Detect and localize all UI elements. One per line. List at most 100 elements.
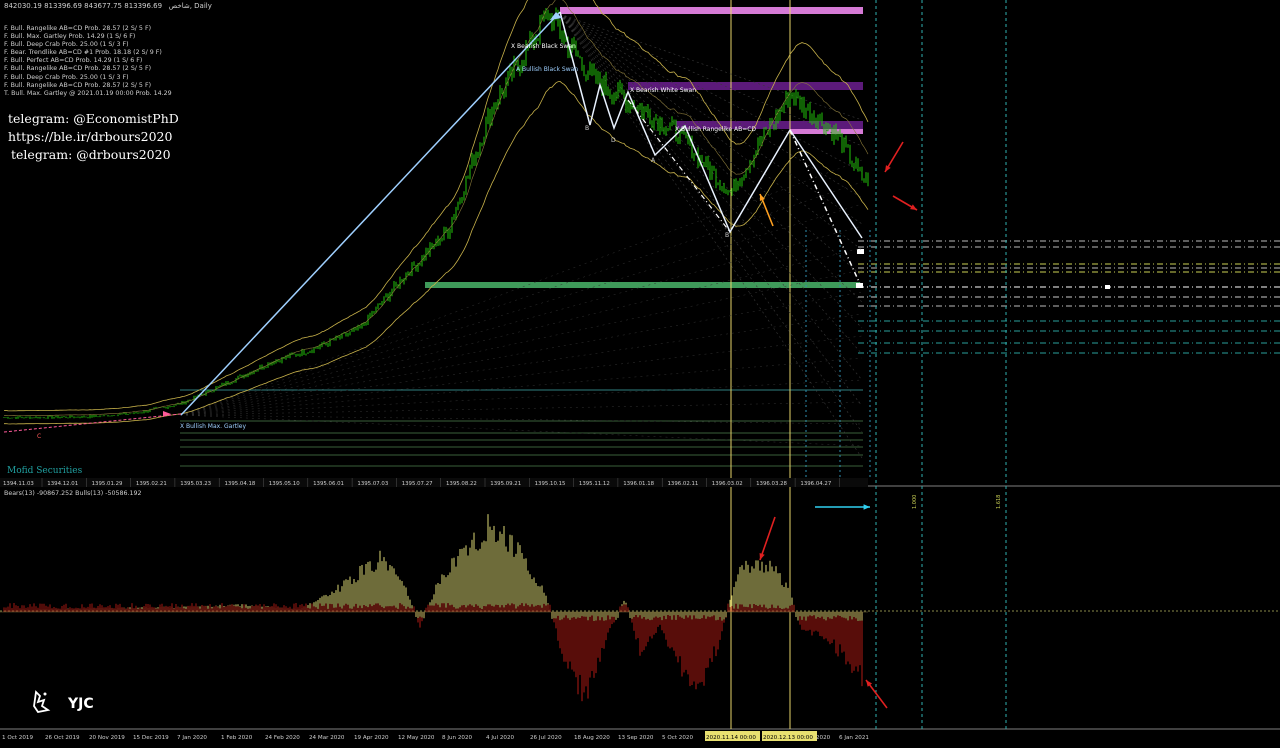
shamsi-tick-label: 1396.01.18: [623, 481, 654, 487]
fan-line: [179, 401, 863, 416]
price-marker: [1105, 285, 1110, 289]
time-axis-label: 20 Nov 2019: [89, 735, 125, 741]
shamsi-tick-label: 1395.11.12: [579, 481, 610, 487]
time-axis-label: 2020.11.14 00:00: [706, 735, 756, 741]
fan-line: [179, 414, 863, 447]
time-axis-label: 1 Feb 2020: [221, 735, 253, 741]
broker-watermark: Mofid Securities: [7, 466, 83, 476]
time-axis-label: 12 May 2020: [398, 735, 435, 741]
pattern-label: A Bullish Black Swan: [516, 66, 578, 73]
pattern-label: X Bearish Black Swan: [511, 43, 576, 50]
shamsi-tick-label: 1396.03.28: [756, 481, 787, 487]
fan-line: [559, 13, 863, 381]
time-axis-label: 26 Jul 2020: [530, 735, 562, 741]
pattern-legend: F. Bull. Rangelike AB=CD Prob. 28.57 (2 …: [4, 25, 172, 98]
shamsi-tick-label: 1395.03.23: [180, 481, 211, 487]
shamsi-tick-label: 1395.02.21: [136, 481, 167, 487]
time-axis-label: 4 Jul 2020: [486, 735, 515, 741]
logo-text: YJC: [68, 696, 94, 712]
chart-header: 842030.19 813396.69 843677.75 813396.69 …: [4, 2, 212, 10]
time-axis-label: 18 Aug 2020: [574, 735, 610, 741]
shamsi-tick-label: 1396.03.02: [712, 481, 743, 487]
shamsi-tick-label: 1395.05.10: [269, 481, 300, 487]
pattern-label: X Bearish White Swan: [630, 87, 696, 94]
telegram-overlay: telegram: @EconomistPhD https://ble.ir/d…: [8, 110, 179, 164]
fan-line: [179, 203, 863, 416]
chart-window: 1.000 1.618 X Bearish Black Swan A Bullish …: [0, 0, 1280, 744]
shamsi-tick-label: 1395.07.03: [357, 481, 388, 487]
time-axis-label: 26 Oct 2019: [45, 735, 80, 741]
shamsi-tick-label: 1394.11.03: [3, 481, 34, 487]
time-axis-label: 7 Jan 2020: [177, 735, 207, 741]
shamsi-tick-label: 1395.08.22: [446, 481, 477, 487]
price-chart: 1.000 1.618 X Bearish Black Swan A Bullish …: [0, 0, 1280, 741]
red-arrow-head: [759, 553, 765, 560]
legend-line: F. Bull. Rangelike AB=CD Prob. 28.57 (2 …: [4, 65, 152, 73]
fib-label: 1.618: [996, 495, 1002, 509]
legend-line: F. Bull. Rangelike AB=CD Prob. 28.57 (2 …: [4, 25, 152, 32]
fan-line: [559, 13, 863, 121]
fan-line: [559, 13, 863, 433]
legend-line: F. Bear. Trendlike AB=CD #1 Prob. 18.18 …: [4, 49, 162, 57]
pattern-label: X Bullish Max. Gartley: [180, 423, 246, 430]
time-axis-label: 24 Feb 2020: [265, 735, 300, 741]
header-symbol: شاخص: [168, 2, 190, 10]
shamsi-tick-label: 1395.01.29: [92, 481, 123, 487]
legend-line: F. Bull. Deep Crab Prob. 25.00 (1 S/ 3 F…: [4, 73, 129, 81]
shamsi-tick-label: 1395.10.15: [535, 481, 566, 487]
green-zone: [425, 282, 860, 288]
time-axis-label: 13 Sep 2020: [618, 735, 654, 741]
shamsi-tick-label: 1394.12.01: [47, 481, 78, 487]
pattern-point: C: [37, 433, 41, 440]
legend-line: F. Bull. Rangelike AB=CD Prob. 28.57 (2 …: [4, 81, 152, 89]
telegram-line: telegram: @EconomistPhD: [8, 111, 179, 126]
cyan-arrow-head: [863, 504, 870, 510]
fan-line: [179, 357, 863, 416]
fan-line: [179, 181, 863, 416]
legend-line: F. Bull. Deep Crab Prob. 25.00 (1 S/ 3 F…: [4, 41, 129, 49]
time-axis-label: 5 Oct 2020: [662, 735, 693, 741]
shamsi-tick-label: 1395.06.01: [313, 481, 344, 487]
time-axis-label: 24 Mar 2020: [309, 735, 345, 741]
fan-line: [559, 13, 863, 355]
time-axis-label: 1 Oct 2019: [2, 735, 33, 741]
fan-line: [179, 291, 863, 416]
pattern-label: X Bullish Rangelike AB=CD: [675, 126, 756, 133]
yjc-emblem-icon: [33, 690, 51, 714]
pattern-leg: [180, 11, 561, 416]
pattern-point: B: [585, 125, 589, 132]
header-ohlc: 842030.19 813396.69 843677.75 813396.69: [4, 2, 163, 10]
legend-line: F. Bull. Perfect AB=CD Prob. 14.29 (1 S/…: [4, 57, 143, 65]
fan-line: [179, 313, 863, 416]
fib-label: 1.000: [912, 495, 918, 509]
fan-line: [559, 13, 863, 407]
shamsi-tick-label: 1396.02.11: [668, 481, 699, 487]
shamsi-tick-label: 1395.07.27: [402, 481, 433, 487]
time-axis-label: 8 Jun 2020: [442, 735, 473, 741]
pattern-leg: [627, 99, 731, 233]
time-axis-label: 6 Jan 2021: [839, 735, 869, 741]
fan-line: [559, 13, 863, 225]
header-timeframe: Daily: [194, 2, 212, 10]
shamsi-tick-label: 1396.04.27: [800, 481, 831, 487]
fan-line: [559, 13, 863, 459]
legend-line: T. Bull. Max. Gartley @ 2021.01.19 00:00…: [4, 89, 172, 97]
fan-line: [179, 379, 863, 416]
shamsi-tick-label: 1395.04.18: [225, 481, 256, 487]
telegram-line: https://ble.ir/drbours2020: [8, 129, 173, 144]
pattern-point: B: [725, 232, 729, 239]
time-axis-label: 2020: [816, 735, 831, 741]
magenta-zone: [560, 7, 863, 14]
time-axis-label: 19 Apr 2020: [354, 735, 389, 741]
price-marker: [857, 249, 864, 254]
legend-line: F. Bull. Max. Gartley Prob. 14.29 (1 S/ …: [4, 33, 136, 41]
bears-bulls-indicator: [3, 514, 863, 702]
pattern-point: D: [611, 137, 616, 144]
red-arrow: [759, 516, 776, 561]
time-axis-label: 2020.12.13 00:00: [763, 735, 813, 741]
indicator-header: Bears(13) -90867.252 Bulls(13) -50586.19…: [4, 490, 142, 497]
shamsi-tick-label: 1395.09.21: [490, 481, 521, 487]
fan-line: [559, 13, 863, 303]
yjc-logo: YJC: [30, 688, 120, 720]
time-axis-label: 15 Dec 2019: [133, 735, 169, 741]
